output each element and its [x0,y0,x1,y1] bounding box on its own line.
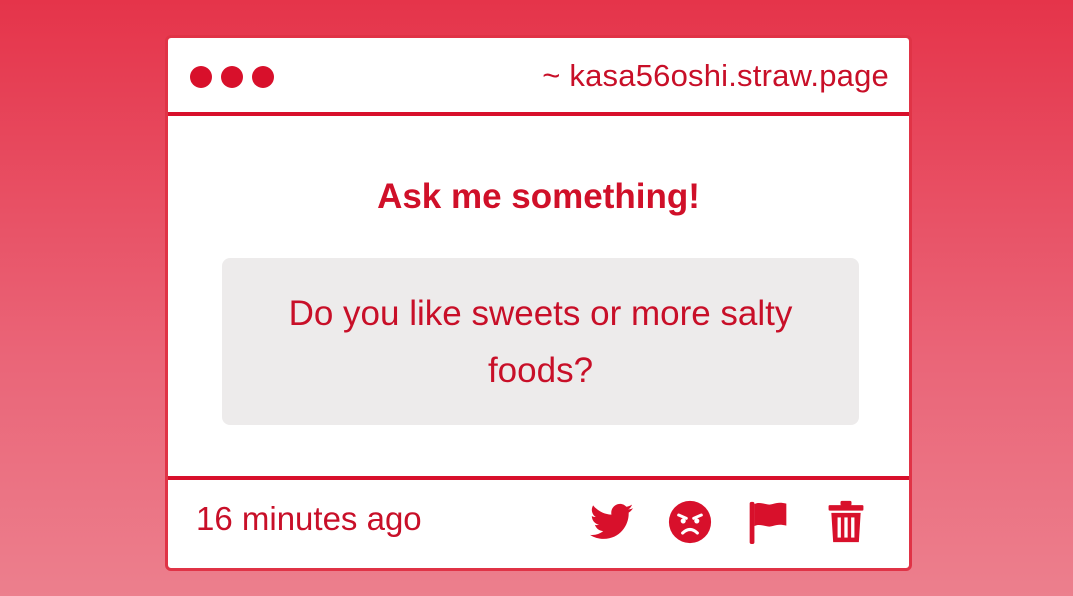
window-controls [190,66,274,88]
page-title: Ask me something! [377,177,700,216]
flag-icon [749,501,787,544]
page-url[interactable]: ~ kasa56oshi.straw.page [542,58,889,94]
angry-face-icon [668,500,712,544]
window-dot-1 [190,66,212,88]
report-button[interactable] [745,499,791,545]
react-angry-button[interactable] [667,499,713,545]
window-dot-2 [221,66,243,88]
timestamp: 16 minutes ago [196,500,422,537]
share-twitter-button[interactable] [589,499,635,545]
action-bar [589,499,869,545]
card-footer: 16 minutes ago [168,476,909,568]
window-dot-3 [252,66,274,88]
question-card: ~ kasa56oshi.straw.page Ask me something… [165,35,912,571]
twitter-icon [590,503,634,539]
question-box: Do you like sweets or more salty foods? [222,258,859,425]
window-titlebar: ~ kasa56oshi.straw.page [168,38,909,116]
question-text: Do you like sweets or more salty foods? [288,293,793,390]
trash-icon [828,500,864,543]
delete-button[interactable] [823,499,869,545]
card-content: Ask me something! Do you like sweets or … [168,116,909,481]
